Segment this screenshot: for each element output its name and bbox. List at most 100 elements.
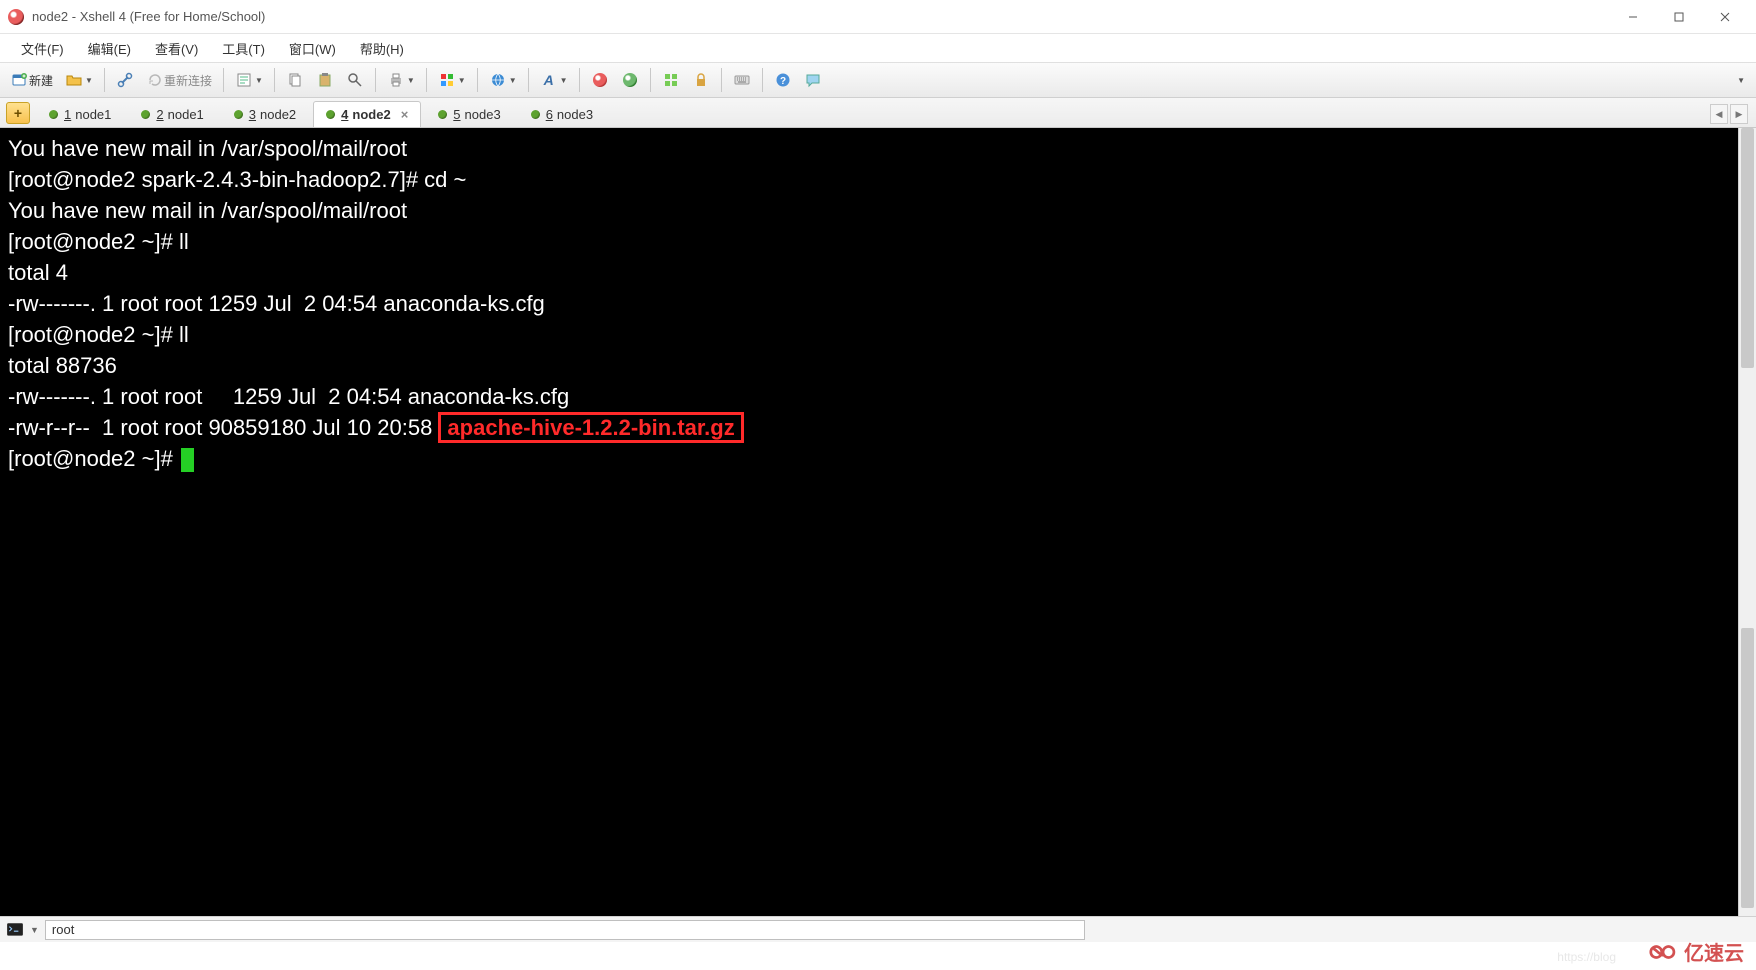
properties-button[interactable]: ▼ [230, 66, 268, 94]
compose-input[interactable] [45, 920, 1085, 940]
status-dot-icon [326, 110, 335, 119]
compose-bar: ▼ https://blog 亿速云 [0, 916, 1756, 942]
separator [375, 68, 376, 92]
terminal-line: total 4 [8, 260, 68, 285]
print-button[interactable]: ▼ [382, 66, 420, 94]
svg-text:?: ? [780, 76, 786, 87]
menu-window[interactable]: 窗口(W) [280, 38, 345, 59]
font-icon: A [540, 71, 558, 89]
terminal-prompt: [root@node2 ~]# [8, 446, 179, 471]
copy-button[interactable] [281, 66, 309, 94]
new-session-button[interactable]: 新建 [6, 66, 58, 94]
xftp-icon [621, 71, 639, 89]
color-scheme-button[interactable]: ▼ [433, 66, 471, 94]
tab-4-node2[interactable]: 4node2× [313, 101, 421, 127]
vertical-scrollbar[interactable] [1738, 128, 1756, 916]
terminal-line: [root@node2 spark-2.4.3-bin-hadoop2.7]# … [8, 167, 466, 192]
status-dot-icon [141, 110, 150, 119]
status-dot-icon [438, 110, 447, 119]
chat-icon [804, 71, 822, 89]
open-button[interactable]: ▼ [60, 66, 98, 94]
chevron-down-icon[interactable]: ▼ [30, 925, 39, 935]
scrollbar-thumb[interactable] [1741, 128, 1754, 368]
reconnect-icon [146, 71, 164, 89]
status-dot-icon [234, 110, 243, 119]
tab-2-node1[interactable]: 2node1 [128, 101, 216, 127]
toolbar-overflow[interactable]: ▼ [1730, 66, 1750, 94]
menu-file[interactable]: 文件(F) [12, 38, 73, 59]
font-button[interactable]: A▼ [535, 66, 573, 94]
copy-icon [286, 71, 304, 89]
app-icon-small [591, 71, 609, 89]
status-dot-icon [531, 110, 540, 119]
tab-scroll-right[interactable]: ▶ [1730, 104, 1748, 124]
separator [274, 68, 275, 92]
highlighted-file: apache-hive-1.2.2-bin.tar.gz [438, 412, 743, 443]
separator [650, 68, 651, 92]
new-tab-button[interactable]: + [6, 102, 30, 124]
separator [579, 68, 580, 92]
menu-view[interactable]: 查看(V) [146, 38, 207, 59]
status-dot-icon [49, 110, 58, 119]
faded-text: https://blog [1557, 950, 1616, 964]
menu-edit[interactable]: 编辑(E) [79, 38, 140, 59]
terminal-line: -rw-------. 1 root root 1259 Jul 2 04:54… [8, 291, 545, 316]
connect-button[interactable] [111, 66, 139, 94]
tile-button[interactable] [657, 66, 685, 94]
lock-icon [692, 71, 710, 89]
terminal-line: total 88736 [8, 353, 117, 378]
paste-icon [316, 71, 334, 89]
tab-scroll-left[interactable]: ◀ [1710, 104, 1728, 124]
terminal-line: You have new mail in /var/spool/mail/roo… [8, 136, 407, 161]
close-button[interactable] [1702, 2, 1748, 32]
web-button[interactable]: ▼ [484, 66, 522, 94]
xshell-button[interactable] [586, 66, 614, 94]
cursor [181, 448, 194, 472]
tab-6-node3[interactable]: 6node3 [518, 101, 606, 127]
search-icon [346, 71, 364, 89]
help-icon: ? [774, 71, 792, 89]
color-icon [438, 71, 456, 89]
tabstrip: + 1node1 2node1 3node2 4node2× 5node3 6n… [0, 98, 1756, 128]
tab-5-node3[interactable]: 5node3 [425, 101, 513, 127]
folder-open-icon [65, 71, 83, 89]
separator [426, 68, 427, 92]
reconnect-button[interactable]: 重新连接 [141, 66, 217, 94]
find-button[interactable] [341, 66, 369, 94]
globe-icon [489, 71, 507, 89]
tab-1-node1[interactable]: 1node1 [36, 101, 124, 127]
chat-button[interactable] [799, 66, 827, 94]
reconnect-label: 重新连接 [164, 72, 212, 89]
terminal-line: [root@node2 ~]# ll [8, 322, 189, 347]
separator [528, 68, 529, 92]
link-icon [116, 71, 134, 89]
keyboard-button[interactable] [728, 66, 756, 94]
terminal-line: You have new mail in /var/spool/mail/roo… [8, 198, 407, 223]
tab-nav: ◀ ▶ [1710, 104, 1752, 127]
properties-icon [235, 71, 253, 89]
titlebar: node2 - Xshell 4 (Free for Home/School) [0, 0, 1756, 34]
paste-button[interactable] [311, 66, 339, 94]
window-controls [1610, 2, 1748, 32]
terminal-line: [root@node2 ~]# ll [8, 229, 189, 254]
menubar: 文件(F) 编辑(E) 查看(V) 工具(T) 窗口(W) 帮助(H) [0, 34, 1756, 62]
terminal-line-pre: -rw-r--r-- 1 root root 90859180 Jul 10 2… [8, 415, 438, 440]
tab-close-button[interactable]: × [401, 107, 409, 122]
new-label: 新建 [29, 72, 53, 89]
tile-icon [662, 71, 680, 89]
menu-help[interactable]: 帮助(H) [351, 38, 413, 59]
terminal-icon[interactable] [6, 921, 24, 939]
maximize-button[interactable] [1656, 2, 1702, 32]
minimize-button[interactable] [1610, 2, 1656, 32]
help-button[interactable]: ? [769, 66, 797, 94]
terminal[interactable]: You have new mail in /var/spool/mail/roo… [0, 128, 1738, 916]
new-window-icon [11, 71, 29, 89]
scrollbar-thumb[interactable] [1741, 628, 1754, 908]
toolbar: 新建 ▼ 重新连接 ▼ ▼ ▼ ▼ A▼ ? ▼ [0, 62, 1756, 98]
printer-icon [387, 71, 405, 89]
lock-button[interactable] [687, 66, 715, 94]
menu-tools[interactable]: 工具(T) [213, 38, 274, 59]
xftp-button[interactable] [616, 66, 644, 94]
keyboard-icon [733, 71, 751, 89]
tab-3-node2[interactable]: 3node2 [221, 101, 309, 127]
